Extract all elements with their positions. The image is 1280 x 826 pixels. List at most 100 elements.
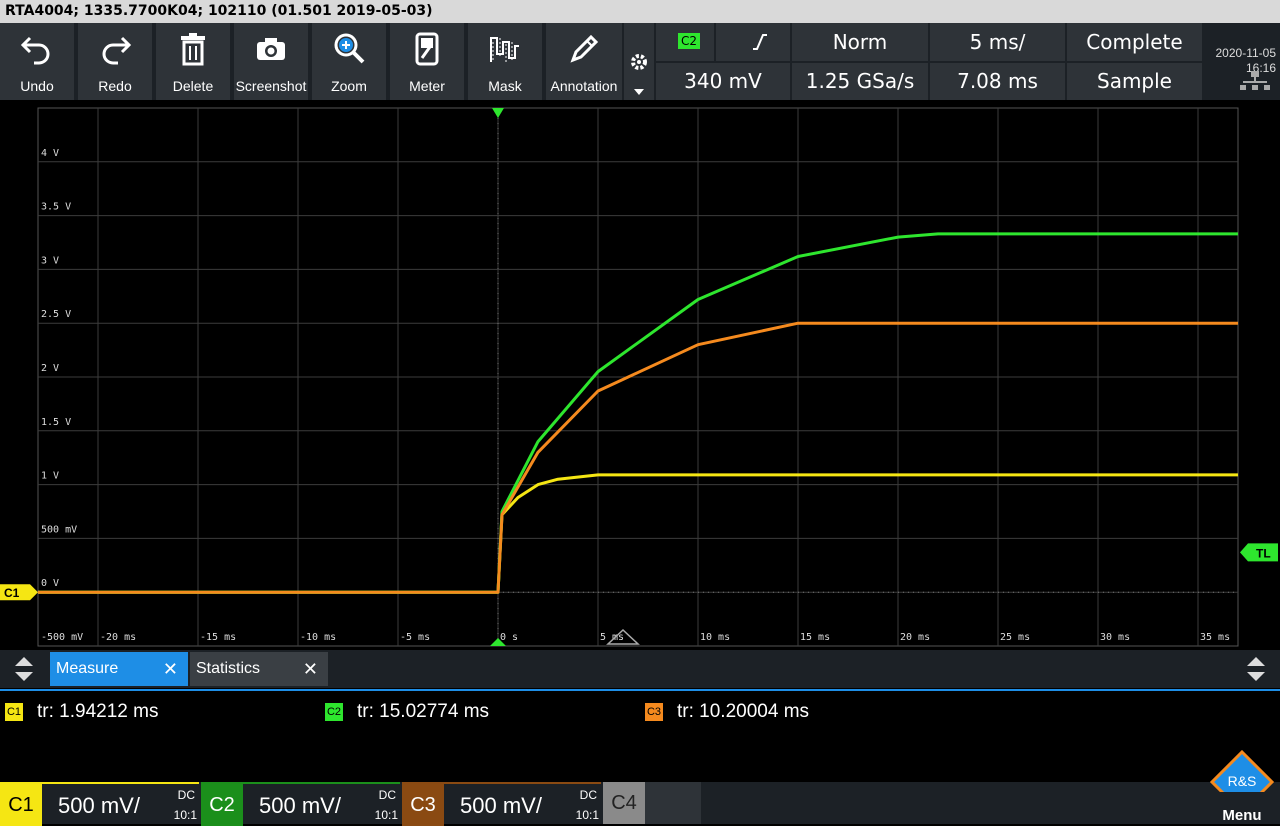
tab-measure-label: Measure [56, 660, 119, 677]
trigger-mode[interactable]: Norm [792, 23, 928, 61]
rs-logo-icon: R&S [1210, 750, 1274, 792]
timebase[interactable]: 5 ms/ [930, 23, 1065, 61]
trigger-slope[interactable] [716, 23, 790, 61]
horizontal-position[interactable]: 7.08 ms [930, 63, 1065, 100]
close-icon[interactable]: ✕ [163, 652, 178, 686]
trigger-level[interactable]: 340 mV [656, 63, 790, 100]
settings-button[interactable] [624, 23, 654, 100]
y-tick-label: 1.5 V [41, 417, 71, 428]
channel-c4[interactable]: C4 [603, 782, 701, 824]
redo-button[interactable]: Redo [78, 23, 154, 100]
measurement-c3[interactable]: C3 tr: 10.20004 ms [645, 701, 809, 723]
y-tick-label: 2.5 V [41, 309, 71, 320]
close-icon[interactable]: ✕ [303, 652, 318, 686]
channel-coupling: DC [378, 788, 396, 802]
acquisition-status[interactable]: Complete [1067, 23, 1202, 61]
mask-icon [490, 36, 519, 62]
trigger-source-badge: C2 [678, 33, 701, 49]
channel-name: C2 [201, 784, 243, 826]
measurement-value: tr: 1.94212 ms [37, 701, 159, 722]
channel-scale: 500 mV/ [58, 793, 140, 818]
camera-icon [257, 38, 285, 60]
probe-ratio: 10:1 [173, 808, 197, 822]
undo-label: Undo [20, 78, 54, 94]
channel-name: C3 [402, 784, 444, 826]
waveform-display[interactable]: 4 V 3.5 V 3 V 2.5 V 2 V 1.5 V 1 V 500 mV 0 V -500… [0, 100, 1280, 648]
toolbar: Undo Redo Delete Screenshot Zoom Meter M… [0, 23, 1280, 100]
channel-c1[interactable]: C1 500 mV/ DC 10:1 [0, 782, 199, 826]
menu-label: Menu [1222, 807, 1262, 824]
x-tick-label: 5 ms [600, 632, 624, 643]
x-tick-label: -10 ms [300, 632, 336, 643]
date: 2020-11-05 [1215, 46, 1277, 60]
gear-icon [631, 54, 647, 70]
network-icon [1240, 71, 1270, 90]
y-tick-label: 0 V [41, 578, 59, 589]
channel-scale: 500 mV/ [259, 793, 341, 818]
window-title: RTA4004; 1335.7700K04; 102110 (01.501 20… [0, 0, 1280, 23]
channel-c3[interactable]: C3 500 mV/ DC 10:1 [402, 782, 601, 826]
redo-icon [102, 36, 132, 65]
measurement-value: tr: 15.02774 ms [357, 701, 490, 722]
tab-statistics[interactable]: Statistics ✕ [190, 652, 328, 686]
screenshot-button[interactable]: Screenshot [234, 23, 310, 100]
menu-button[interactable]: R&S Menu [1204, 750, 1280, 824]
measure-tab-bar: Measure ✕ Statistics ✕ [0, 650, 1280, 688]
measurement-panel: C1 tr: 1.94212 ms C2 tr: 15.02774 ms C3 tr:… [0, 689, 1280, 782]
undo-button[interactable]: Undo [0, 23, 76, 100]
channel-chip: C3 [645, 702, 663, 721]
probe-ratio: 10:1 [374, 808, 398, 822]
screenshot-label: Screenshot [235, 78, 307, 94]
tab-measure[interactable]: Measure ✕ [50, 652, 188, 686]
delete-button[interactable]: Delete [156, 23, 232, 100]
channel-coupling: DC [579, 788, 597, 802]
rising-edge-icon [753, 34, 767, 50]
channel-c2[interactable]: C2 500 mV/ DC 10:1 [201, 782, 400, 826]
x-tick-label: -15 ms [200, 632, 236, 643]
measurement-value: tr: 10.20004 ms [677, 701, 810, 722]
channel-chip: C1 [5, 702, 23, 721]
x-tick-label: 0 s [500, 632, 518, 643]
zoom-label: Zoom [331, 78, 367, 94]
channel-bar: C1 500 mV/ DC 10:1 C2 500 mV/ DC 10:1 C3… [0, 750, 1280, 826]
channel-ground-label: C1 [4, 586, 20, 600]
x-tick-label: 35 ms [1200, 632, 1230, 643]
y-tick-label: 1 V [41, 471, 59, 482]
meter-button[interactable]: Meter [390, 23, 466, 100]
svg-text:R&S: R&S [1228, 773, 1257, 789]
scroll-updown-icon[interactable] [12, 655, 36, 683]
y-tick-label: 3 V [41, 255, 59, 266]
zoom-icon [334, 33, 365, 64]
x-tick-label: 15 ms [800, 632, 830, 643]
zoom-button[interactable]: Zoom [312, 23, 388, 100]
trigger-source[interactable]: C2 [656, 23, 714, 61]
acquisition-mode[interactable]: Sample [1067, 63, 1202, 100]
mask-button[interactable]: Mask [468, 23, 544, 100]
sample-rate[interactable]: 1.25 GSa/s [792, 63, 928, 100]
annotation-button[interactable]: Annotation [546, 23, 624, 100]
tab-statistics-label: Statistics [196, 660, 261, 677]
waveform-grid: 4 V 3.5 V 3 V 2.5 V 2 V 1.5 V 1 V 500 mV 0 V -500… [0, 107, 1278, 647]
channel-name: C4 [603, 782, 645, 824]
x-tick-label: 20 ms [900, 632, 930, 643]
x-tick-label: 30 ms [1100, 632, 1130, 643]
y-tick-label: 3.5 V [41, 202, 71, 213]
scroll-updown-icon[interactable] [1244, 655, 1268, 683]
channel-coupling: DC [177, 788, 195, 802]
x-tick-label: 10 ms [700, 632, 730, 643]
y-tick-label: -500 mV [41, 632, 83, 643]
trigger-level-label: TL [1256, 546, 1271, 560]
channel-chip: C2 [325, 702, 343, 721]
trash-icon [181, 33, 205, 66]
redo-label: Redo [98, 78, 132, 94]
annotation-label: Annotation [550, 78, 618, 94]
mask-label: Mask [488, 78, 522, 94]
measurement-c1[interactable]: C1 tr: 1.94212 ms [5, 701, 158, 723]
pencil-icon [570, 34, 599, 63]
undo-icon [20, 36, 50, 65]
measurement-c2[interactable]: C2 tr: 15.02774 ms [325, 701, 489, 723]
y-tick-label: 2 V [41, 363, 59, 374]
x-tick-label: -5 ms [400, 632, 430, 643]
x-tick-label: -20 ms [100, 632, 136, 643]
channel-name: C1 [0, 784, 42, 826]
